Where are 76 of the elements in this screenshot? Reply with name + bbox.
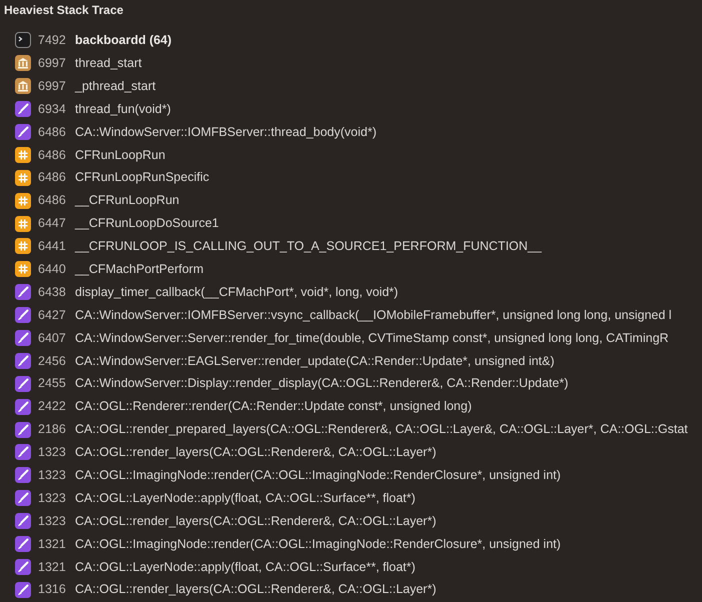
sample-count: 2456 [38, 352, 67, 370]
symbol-name[interactable]: CFRunLoopRunSpecific [75, 168, 210, 188]
sample-count: 1323 [38, 512, 67, 530]
brush-icon [15, 513, 31, 530]
symbol-name[interactable]: _pthread_start [75, 76, 156, 96]
symbol-name[interactable]: CA::OGL::render_prepared_layers(CA::OGL::Renderer&, CA::OGL::Layer&, CA::OGL::Layer*, CA::OGL::Gstat [75, 420, 688, 439]
symbol-name[interactable]: CA::OGL::render_layers(CA::OGL::Renderer&, CA::OGL::Layer*) [75, 443, 436, 462]
symbol-name[interactable]: CA::OGL::LayerNode::apply(float, CA::OGL::Surface**, float*) [75, 488, 416, 508]
sample-count: 6441 [38, 238, 67, 256]
brush-icon [15, 490, 31, 506]
symbol-name[interactable]: __CFRunLoopDoSource1 [75, 214, 219, 233]
terminal-icon [15, 32, 31, 48]
sample-count: 6407 [38, 330, 67, 347]
sample-count: 2455 [38, 375, 67, 392]
sample-count: 6486 [38, 146, 67, 164]
hash-icon [15, 238, 31, 254]
brush-icon [15, 558, 31, 575]
hash-icon [15, 146, 31, 163]
symbol-name[interactable]: thread_start [75, 54, 142, 73]
brush-icon [15, 284, 31, 300]
brush-icon [15, 444, 31, 460]
symbol-name[interactable]: display_timer_callback(__CFMachPort*, void*, long, void*) [75, 282, 398, 302]
brush-icon [15, 376, 31, 392]
sample-count: 6440 [38, 260, 67, 278]
sample-count: 6934 [38, 100, 67, 118]
symbol-name[interactable]: backboardd (64) [75, 31, 172, 50]
hash-icon [15, 192, 31, 209]
brush-icon [15, 536, 31, 552]
sample-count: 1316 [38, 581, 67, 598]
sample-count: 6447 [38, 215, 67, 232]
symbol-name[interactable]: CA::WindowServer::Display::render_display(CA::OGL::Renderer&, CA::Render::Update*) [75, 374, 568, 394]
symbol-name[interactable]: __CFRunLoopRun [75, 191, 180, 210]
sample-count: 6438 [38, 284, 67, 301]
sample-count: 1323 [38, 490, 67, 507]
sample-count: 1323 [38, 444, 67, 462]
brush-icon [15, 124, 31, 140]
symbol-name[interactable]: CA::WindowServer::EAGLServer::render_update(CA::Render::Update*, unsigned int&) [75, 352, 554, 370]
brush-icon [15, 352, 31, 369]
symbol-name[interactable]: CA::OGL::Renderer::render(CA::Render::Update const*, unsigned long) [75, 397, 472, 416]
symbol-name[interactable]: CA::OGL::LayerNode::apply(float, CA::OGL::Surface**, float*) [75, 558, 416, 576]
brush-icon [15, 422, 31, 438]
sample-count: 2186 [38, 421, 67, 438]
sample-count: 6997 [38, 78, 67, 95]
symbol-name[interactable]: CA::OGL::render_layers(CA::OGL::Renderer&, CA::OGL::Layer*) [75, 512, 436, 531]
sample-count: 2422 [38, 398, 67, 416]
brush-icon [15, 101, 31, 118]
sample-count: 1323 [38, 466, 67, 484]
symbol-name[interactable]: CA::OGL::ImagingNode::render(CA::OGL::ImagingNode::RenderClosure*, unsigned int) [75, 534, 561, 554]
sample-count: 6486 [38, 192, 67, 210]
brush-icon [15, 582, 31, 598]
symbol-name[interactable]: CA::WindowServer::Server::render_for_time(double, CVTimeStamp const*, unsigned long long, CATimingR [75, 328, 669, 348]
symbol-name[interactable]: CA::OGL::ImagingNode::render(CA::OGL::ImagingNode::RenderClosure*, unsigned int) [75, 466, 561, 485]
brush-icon [15, 330, 31, 346]
sample-count: 6486 [38, 169, 67, 186]
symbol-name[interactable]: CA::OGL::render_layers(CA::OGL::Renderer&, CA::OGL::Layer*) [75, 580, 436, 600]
building-icon [15, 78, 31, 94]
brush-icon [15, 398, 31, 415]
hash-icon [15, 170, 31, 186]
building-icon [15, 55, 31, 72]
symbol-name[interactable]: CA::WindowServer::IOMFBServer::thread_body(void*) [75, 122, 376, 142]
sample-count: 7492 [38, 32, 67, 50]
sample-count: 1321 [38, 536, 67, 553]
symbol-name[interactable]: thread_fun(void*) [75, 100, 171, 118]
hash-icon [15, 216, 31, 232]
sample-count: 1321 [38, 558, 67, 576]
panel-title: Heaviest Stack Trace [3, 2, 124, 19]
brush-icon [15, 467, 31, 484]
symbol-name[interactable]: CFRunLoopRun [75, 146, 166, 164]
brush-icon [15, 307, 31, 324]
symbol-name[interactable]: __CFRUNLOOP_IS_CALLING_OUT_TO_A_SOURCE1_PERFORM_FUNCTION__ [75, 237, 542, 256]
symbol-name[interactable]: __CFMachPortPerform [75, 260, 204, 279]
sample-count: 6997 [38, 54, 67, 72]
sample-count: 6486 [38, 124, 67, 141]
hash-icon [15, 261, 31, 278]
sample-count: 6427 [38, 306, 67, 324]
symbol-name[interactable]: CA::WindowServer::IOMFBServer::vsync_callback(__IOMobileFramebuffer*, unsigned long long, unsigned l [75, 306, 672, 324]
